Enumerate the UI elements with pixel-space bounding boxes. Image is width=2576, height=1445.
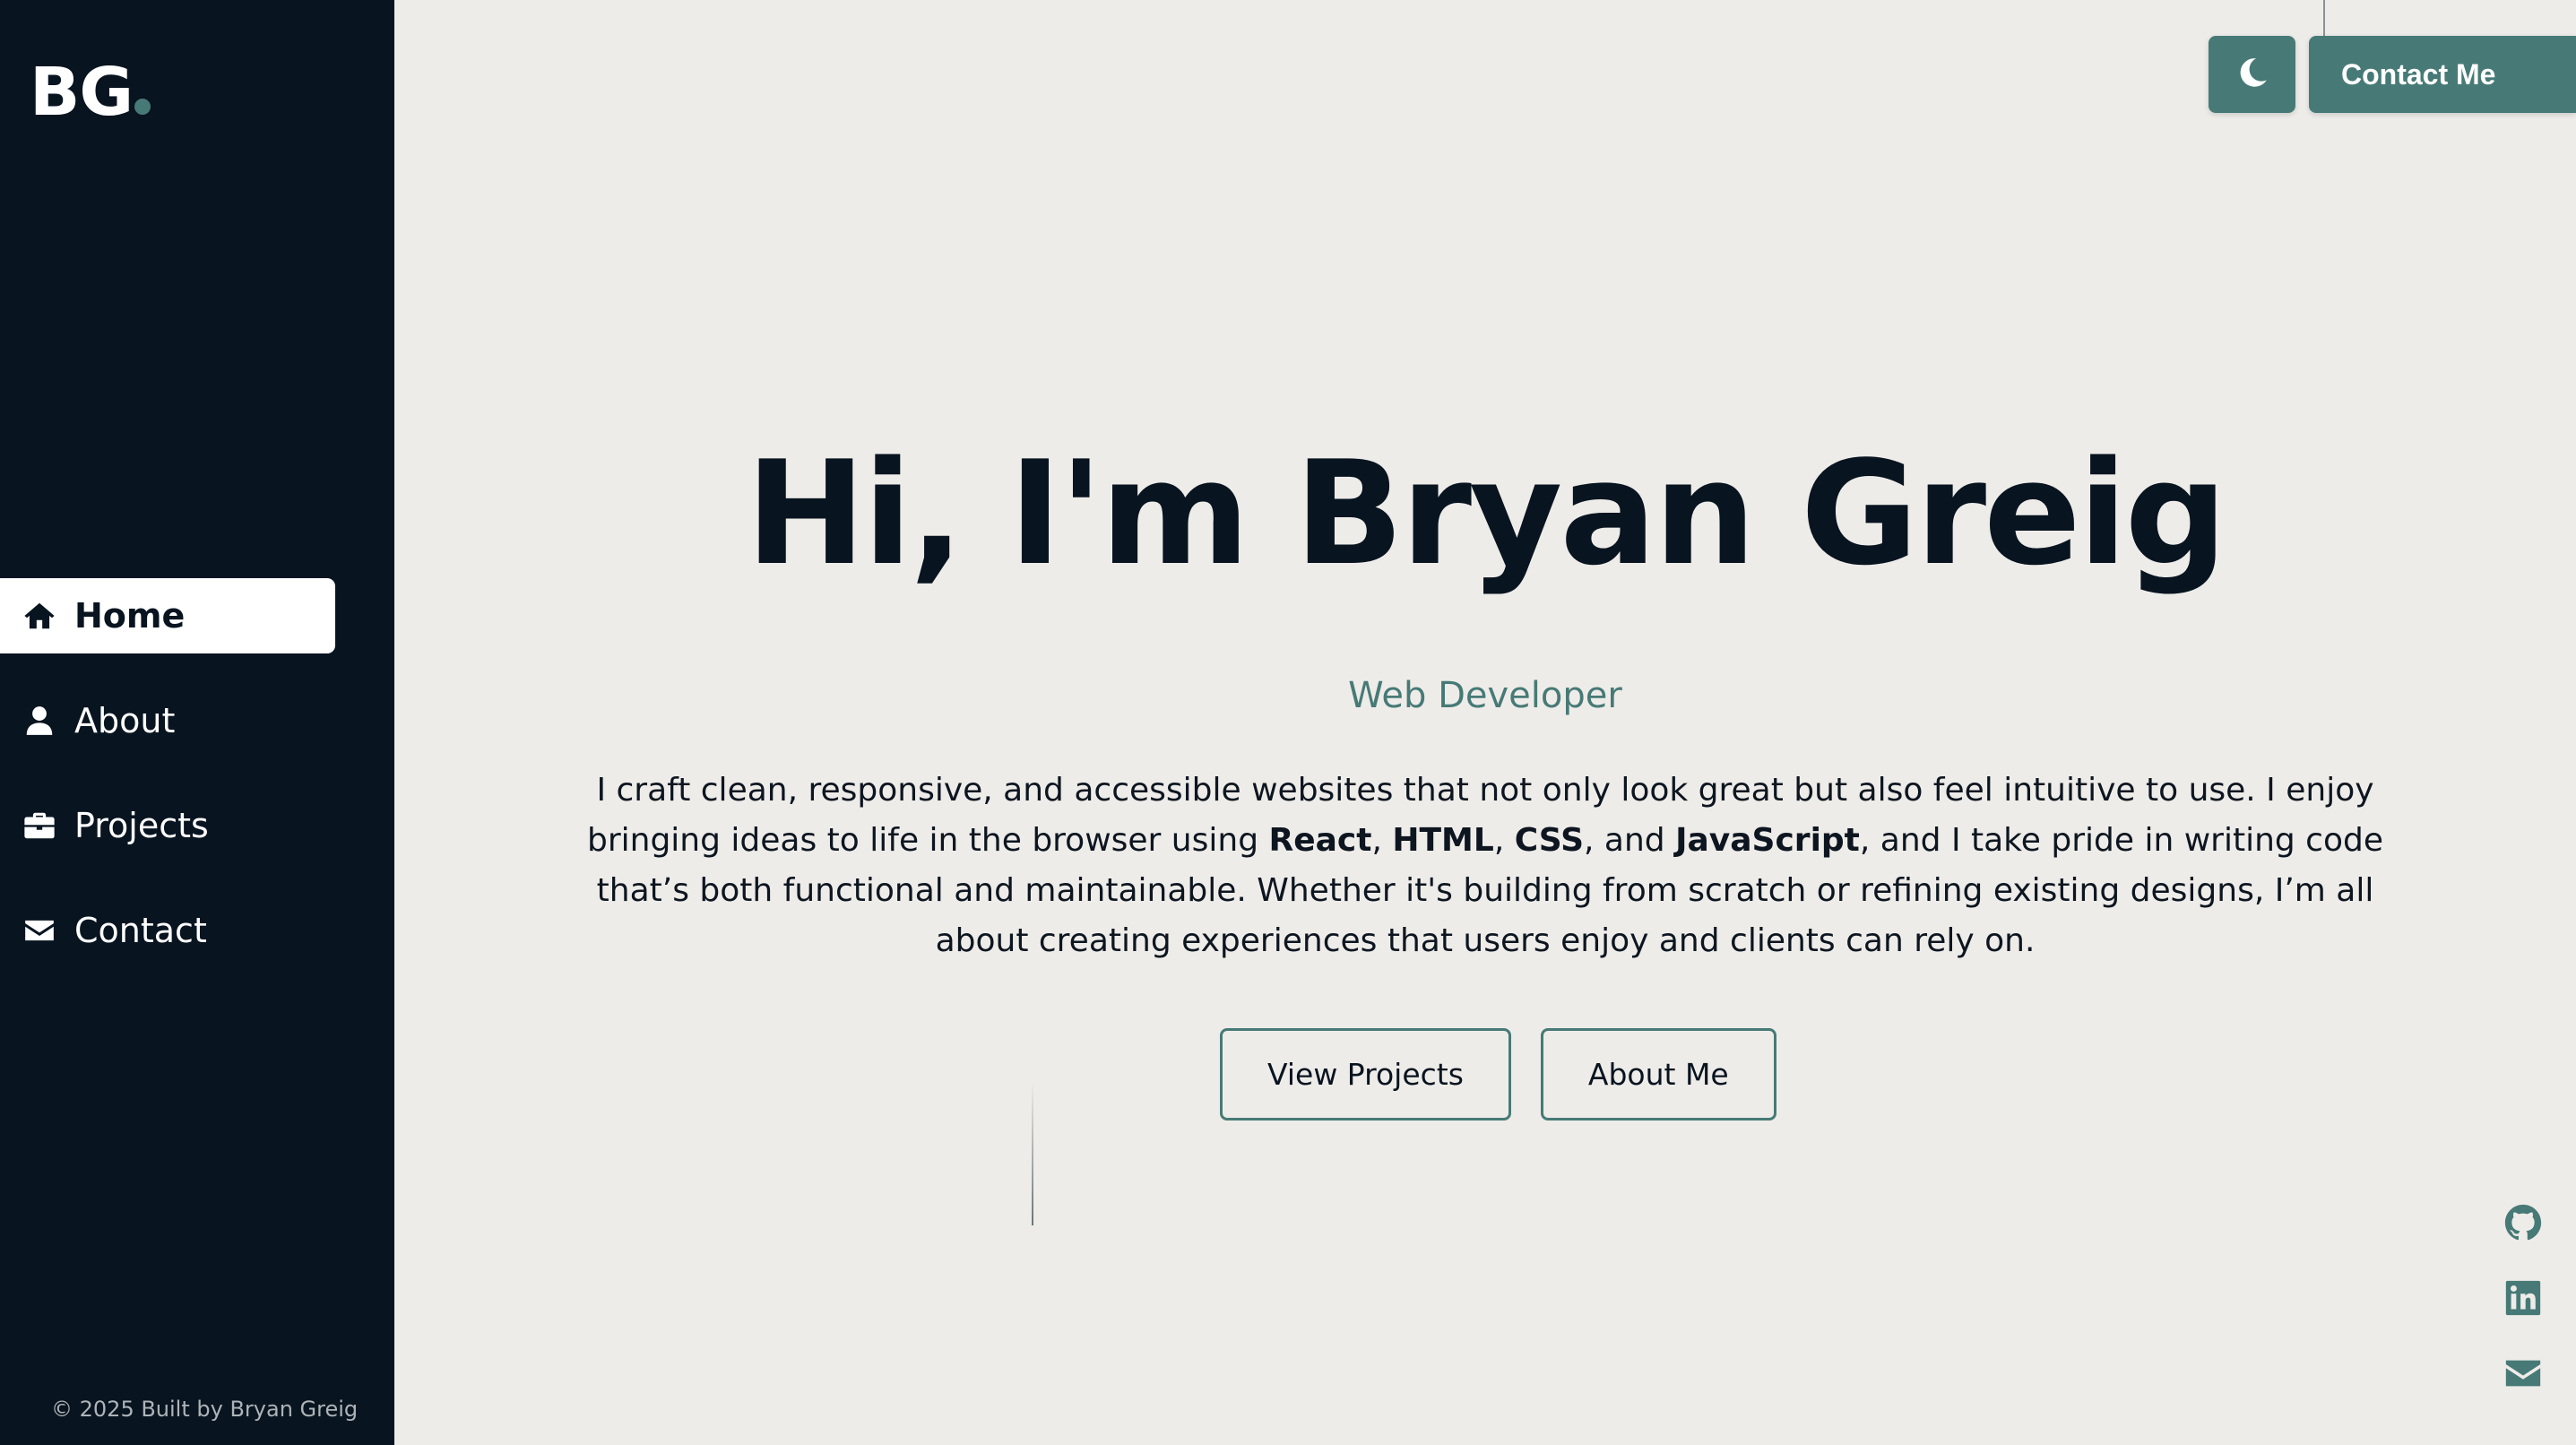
sidebar: BG Home About Projects Contact © 2025 Bu… <box>0 0 394 1445</box>
about-me-button[interactable]: About Me <box>1540 1028 1776 1121</box>
description-text: , <box>1493 822 1515 859</box>
tech-css: CSS <box>1514 822 1585 859</box>
tech-react: React <box>1268 822 1372 859</box>
envelope-icon[interactable] <box>2503 1353 2544 1394</box>
view-projects-button[interactable]: View Projects <box>1220 1028 1511 1121</box>
sidebar-nav: Home About Projects Contact <box>0 578 335 998</box>
sidebar-item-contact[interactable]: Contact <box>0 893 335 968</box>
linkedin-icon[interactable] <box>2503 1277 2544 1319</box>
decorative-line <box>1032 1082 1033 1225</box>
briefcase-icon <box>22 808 57 844</box>
sidebar-item-label: Home <box>74 596 186 636</box>
hero-subtitle: Web Developer <box>1348 675 1622 716</box>
envelope-icon <box>22 913 57 948</box>
sidebar-item-label: Projects <box>74 806 209 845</box>
home-icon <box>22 598 57 634</box>
logo-dot <box>134 99 151 115</box>
sidebar-item-projects[interactable]: Projects <box>0 788 335 863</box>
tech-javascript: JavaScript <box>1675 822 1860 859</box>
social-links <box>2501 1202 2546 1394</box>
hero-actions: View Projects About Me <box>1220 1028 1776 1121</box>
description-text: , and <box>1584 822 1676 859</box>
footer-copyright: © 2025 Built by Bryan Greig <box>51 1397 359 1422</box>
tech-html: HTML <box>1392 822 1494 859</box>
hero-description: I craft clean, responsive, and accessibl… <box>574 766 2397 966</box>
sidebar-item-about[interactable]: About <box>0 683 335 758</box>
logo-text: BG <box>30 54 134 131</box>
divider <box>2323 0 2325 38</box>
user-icon <box>22 703 57 739</box>
sidebar-item-home[interactable]: Home <box>0 578 335 653</box>
hero-title: Hi, I'm Bryan Greig <box>745 429 2227 597</box>
sidebar-item-label: Contact <box>74 911 207 950</box>
description-text: , <box>1371 822 1393 859</box>
contact-me-button[interactable]: Contact Me <box>2309 36 2576 113</box>
sidebar-item-label: About <box>74 701 176 740</box>
moon-icon <box>2235 55 2270 94</box>
theme-toggle-button[interactable] <box>2209 36 2295 113</box>
logo[interactable]: BG <box>30 59 151 125</box>
github-icon[interactable] <box>2503 1202 2544 1243</box>
